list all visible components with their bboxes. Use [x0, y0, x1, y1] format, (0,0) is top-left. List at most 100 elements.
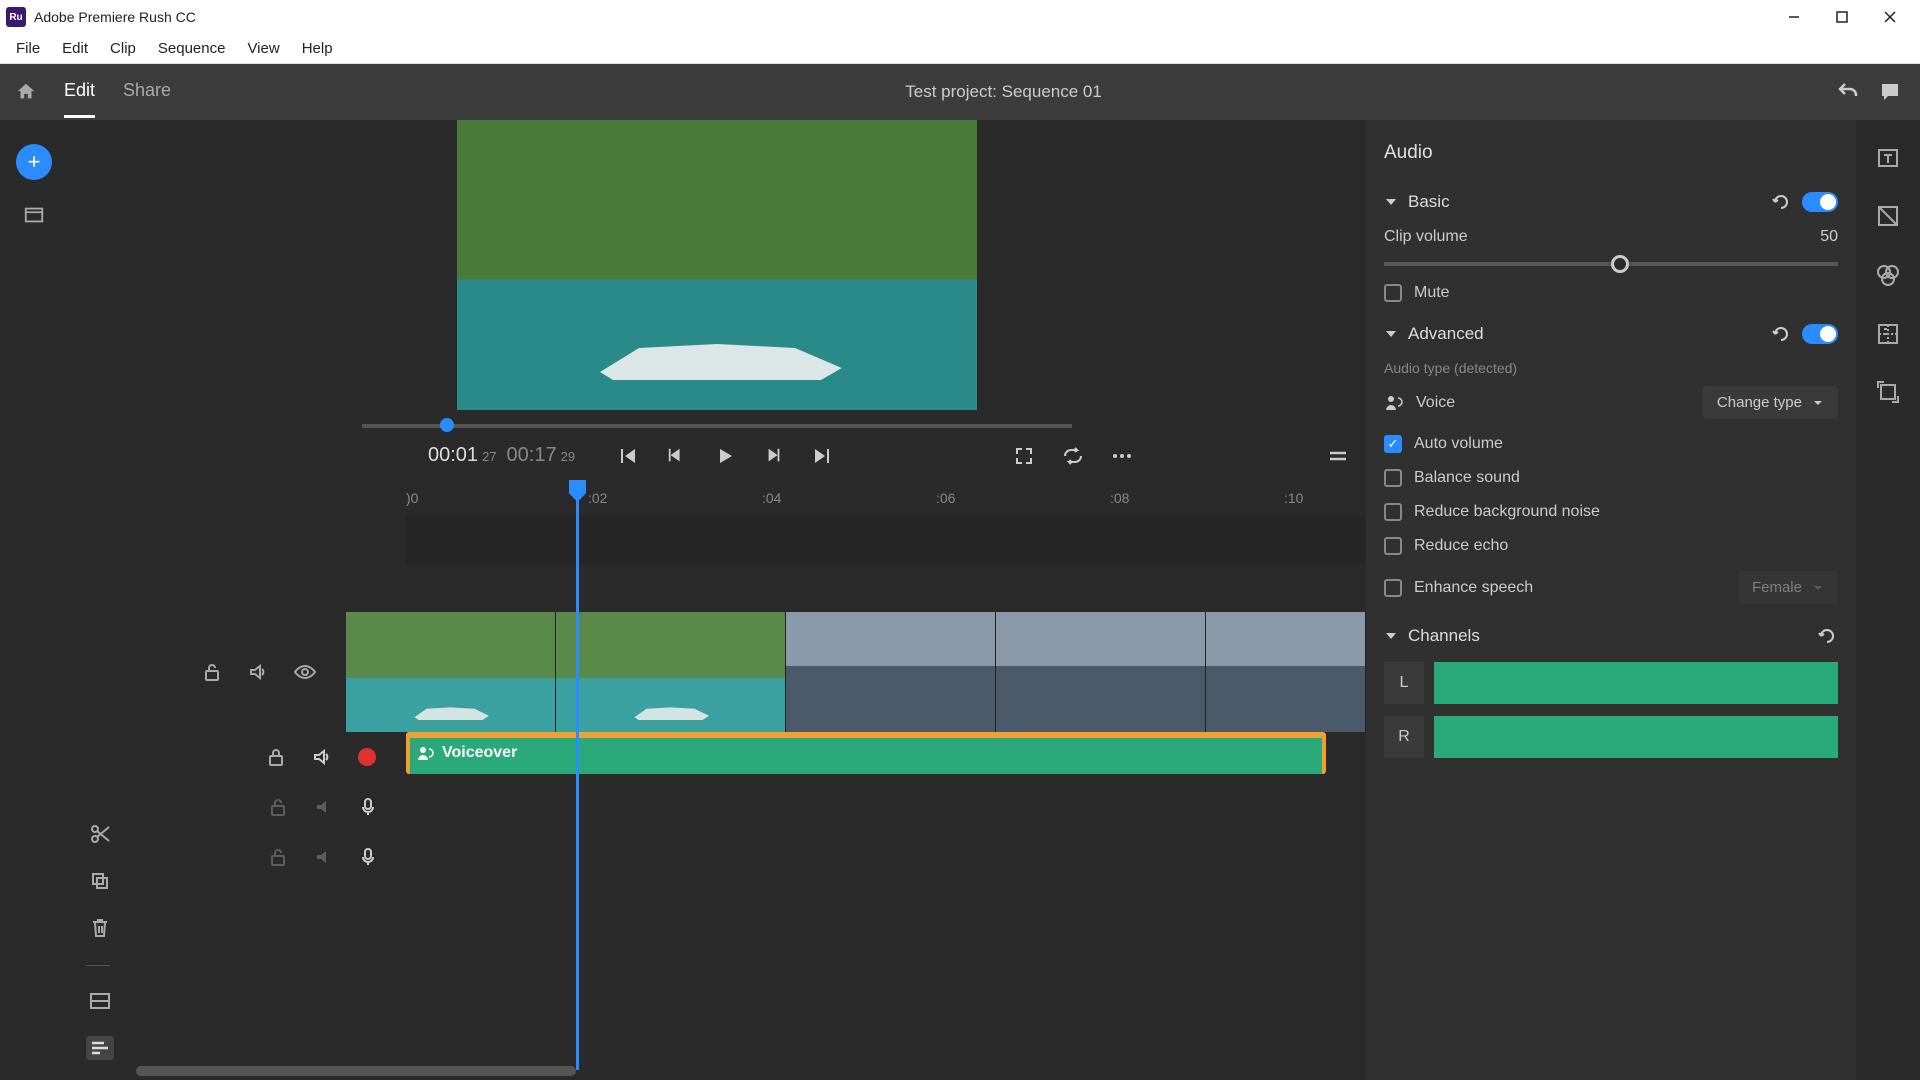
chevron-down-icon[interactable] — [1384, 629, 1398, 643]
reset-icon[interactable] — [1772, 194, 1792, 210]
reduce-echo-checkbox[interactable] — [1384, 537, 1402, 555]
auto-volume-checkbox[interactable]: ✓ — [1384, 435, 1402, 453]
undo-button[interactable] — [1836, 80, 1860, 104]
timecode: 00:01 27 00:17 29 — [428, 444, 575, 467]
menu-sequence[interactable]: Sequence — [148, 38, 236, 59]
video-preview[interactable] — [457, 120, 977, 410]
step-forward-button[interactable] — [765, 447, 783, 465]
transitions-tool-icon[interactable] — [1876, 204, 1900, 228]
channel-right-label[interactable]: R — [1384, 716, 1424, 758]
toolbar: Edit Share Test project: Sequence 01 — [0, 64, 1920, 120]
add-media-button[interactable]: + — [16, 144, 52, 180]
video-clip[interactable] — [346, 612, 556, 732]
menu-file[interactable]: File — [6, 38, 50, 59]
mute-icon[interactable] — [248, 662, 268, 682]
duration-frames: 29 — [561, 449, 575, 464]
mic-icon[interactable] — [360, 797, 376, 817]
voice-icon — [416, 744, 434, 762]
enhance-speech-checkbox[interactable] — [1384, 579, 1402, 597]
lock-icon[interactable] — [266, 747, 286, 767]
balance-sound-checkbox[interactable] — [1384, 469, 1402, 487]
expand-tracks-icon[interactable] — [86, 992, 114, 1010]
section-label[interactable]: Advanced — [1408, 324, 1484, 344]
speed-tool-icon[interactable] — [1876, 322, 1900, 346]
reduce-noise-checkbox[interactable] — [1384, 503, 1402, 521]
go-to-end-button[interactable] — [813, 446, 833, 466]
chevron-down-icon[interactable] — [1384, 195, 1398, 209]
menu-clip[interactable]: Clip — [100, 38, 146, 59]
mute-checkbox[interactable] — [1384, 284, 1402, 302]
lock-icon[interactable] — [268, 847, 288, 867]
visibility-icon[interactable] — [294, 664, 316, 680]
mute-icon[interactable] — [314, 847, 334, 867]
loop-button[interactable] — [1062, 446, 1084, 466]
clip-volume-slider[interactable] — [1384, 262, 1838, 266]
slider-knob-icon[interactable] — [1611, 255, 1629, 273]
audio-type-detected-label: Audio type (detected) — [1384, 360, 1838, 376]
project-panel-button[interactable] — [23, 204, 45, 226]
basic-toggle[interactable] — [1802, 192, 1838, 212]
current-time: 00:01 — [428, 444, 478, 467]
menu-help[interactable]: Help — [292, 38, 343, 59]
playhead[interactable] — [576, 486, 579, 1070]
video-clip[interactable] — [556, 612, 786, 732]
voice-label: Voice — [1416, 394, 1455, 412]
preview-scrubber[interactable] — [362, 424, 1072, 428]
transform-tool-icon[interactable] — [1876, 380, 1900, 404]
comments-button[interactable] — [1878, 80, 1902, 104]
editor-area: 00:01 27 00:17 29 — [68, 120, 1366, 1080]
chevron-down-icon[interactable] — [1384, 327, 1398, 341]
chevron-down-icon — [1812, 397, 1824, 409]
channel-left-label[interactable]: L — [1384, 662, 1424, 704]
enhance-speech-dropdown[interactable]: Female — [1738, 571, 1838, 604]
duplicate-icon[interactable] — [86, 871, 114, 891]
video-track-body[interactable] — [346, 612, 1366, 732]
fullscreen-button[interactable] — [1014, 446, 1034, 466]
workspace-tabs: Edit Share — [64, 66, 171, 118]
menu-view[interactable]: View — [237, 38, 289, 59]
mute-icon[interactable] — [312, 747, 332, 767]
reset-icon[interactable] — [1772, 326, 1792, 342]
scrubber-handle-icon[interactable] — [440, 418, 454, 432]
horizontal-scrollbar[interactable] — [136, 1066, 576, 1076]
lock-icon[interactable] — [202, 662, 222, 682]
lock-icon[interactable] — [268, 797, 288, 817]
scissors-icon[interactable] — [86, 823, 114, 845]
step-back-button[interactable] — [667, 447, 685, 465]
ruler-tick: :06 — [936, 490, 955, 506]
section-label[interactable]: Basic — [1408, 192, 1450, 212]
reset-icon[interactable] — [1818, 628, 1838, 644]
video-clip[interactable] — [996, 612, 1206, 732]
change-type-dropdown[interactable]: Change type — [1703, 386, 1838, 419]
voiceover-clip[interactable]: Voiceover — [406, 732, 1326, 774]
audio-panel: Audio Basic Clip volume 50 Mute — [1366, 120, 1856, 1080]
menu-edit[interactable]: Edit — [52, 38, 98, 59]
more-options-button[interactable] — [1112, 453, 1132, 459]
audio-track-body[interactable]: Voiceover — [406, 732, 1366, 782]
minimize-button[interactable] — [1770, 0, 1818, 34]
mute-icon[interactable] — [314, 797, 334, 817]
titles-tool-icon[interactable] — [1876, 146, 1900, 170]
tab-edit[interactable]: Edit — [64, 66, 95, 118]
color-tool-icon[interactable] — [1875, 262, 1901, 288]
home-button[interactable] — [10, 81, 42, 103]
mic-icon[interactable] — [360, 847, 376, 867]
video-clip[interactable] — [1206, 612, 1366, 732]
maximize-button[interactable] — [1818, 0, 1866, 34]
video-clip[interactable] — [786, 612, 996, 732]
enhance-option-label: Female — [1752, 579, 1802, 596]
ruler-tick: :02 — [588, 490, 607, 506]
balance-sound-label: Balance sound — [1414, 469, 1520, 487]
advanced-toggle[interactable] — [1802, 324, 1838, 344]
chevron-down-icon — [1812, 582, 1824, 594]
play-button[interactable] — [715, 446, 735, 466]
timeline-options-button[interactable] — [1328, 449, 1348, 463]
record-button[interactable] — [358, 748, 376, 766]
timeline-ruler[interactable]: )0 :02 :04 :06 :08 :10 — [68, 480, 1366, 516]
section-label[interactable]: Channels — [1408, 626, 1480, 646]
track-controls-icon[interactable] — [86, 1036, 114, 1060]
go-to-start-button[interactable] — [617, 446, 637, 466]
trash-icon[interactable] — [86, 917, 114, 939]
tab-share[interactable]: Share — [123, 66, 171, 118]
close-button[interactable] — [1866, 0, 1914, 34]
